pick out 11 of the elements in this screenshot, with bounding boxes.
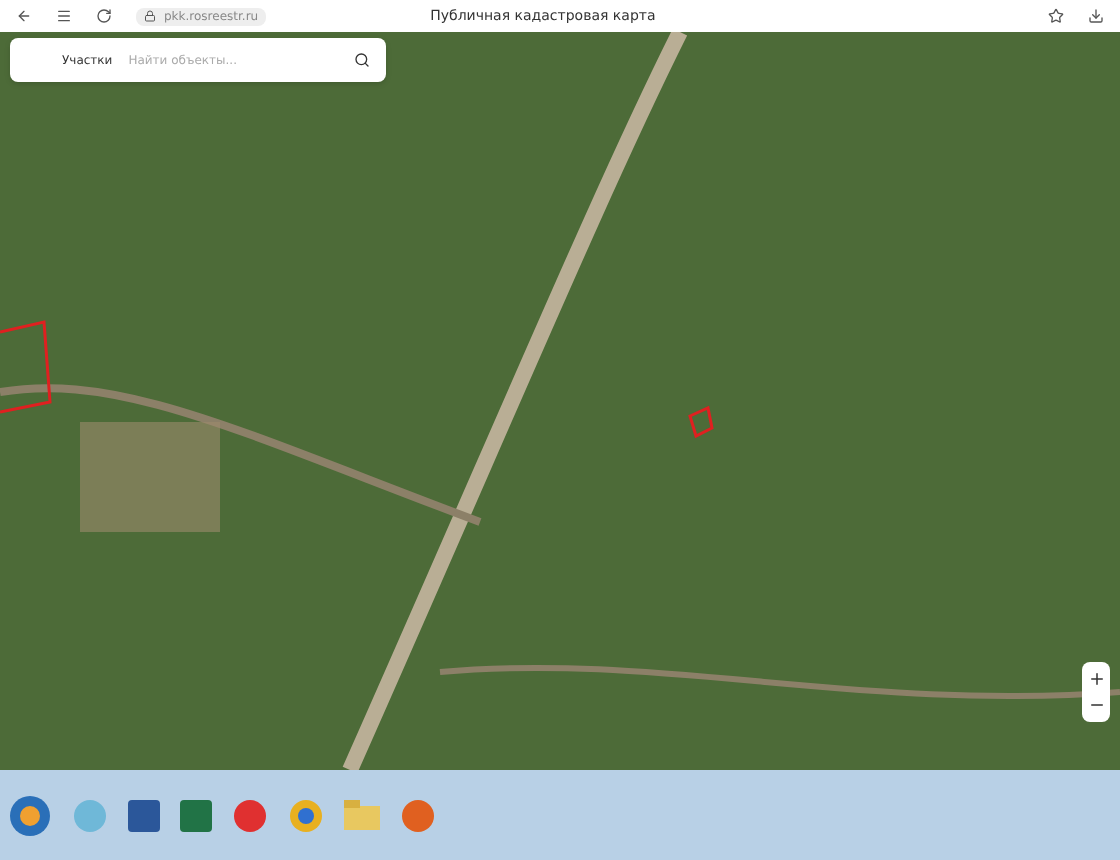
search-icon[interactable] bbox=[354, 52, 370, 68]
start-orb-icon[interactable] bbox=[8, 793, 52, 837]
bookmark-icon[interactable] bbox=[1048, 8, 1064, 24]
spreadsheet-icon[interactable] bbox=[180, 799, 212, 831]
back-icon[interactable] bbox=[16, 8, 32, 24]
reload-icon[interactable] bbox=[96, 8, 112, 24]
menu-icon[interactable] bbox=[56, 8, 72, 24]
download-icon[interactable] bbox=[1088, 8, 1104, 24]
lock-icon bbox=[144, 10, 156, 22]
document-icon[interactable] bbox=[128, 799, 160, 831]
zoom-in-icon[interactable] bbox=[1087, 670, 1105, 688]
